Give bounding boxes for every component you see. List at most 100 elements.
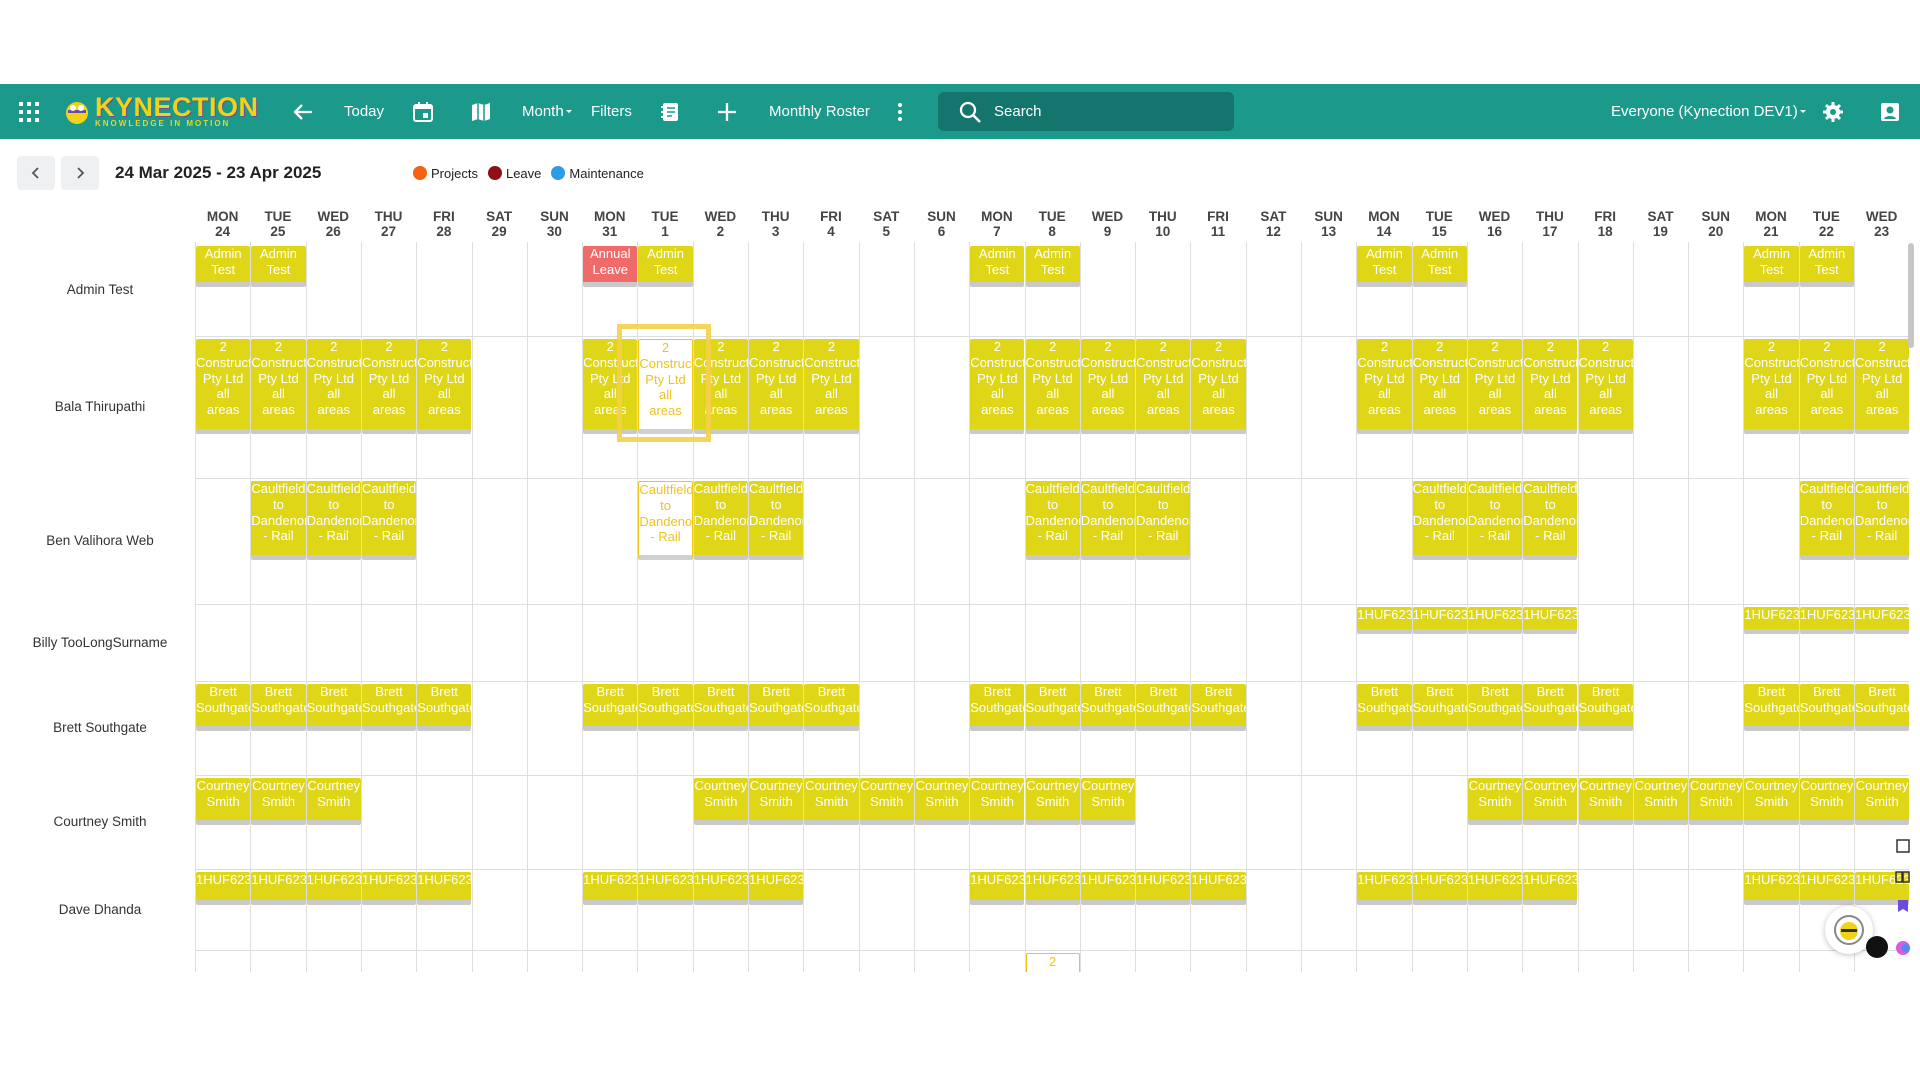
roster-event[interactable]: Brett Southgate (1578, 684, 1633, 731)
notebook-icon[interactable] (659, 84, 681, 139)
roster-event[interactable]: 2ConstructionPty Ltdallareas (1467, 339, 1523, 434)
roster-event[interactable]: Courtney Smith (1744, 778, 1799, 825)
dark-mode-toggle-icon[interactable] (1866, 936, 1888, 958)
roster-event[interactable]: Brett Southgate (251, 684, 306, 731)
roster-event[interactable]: Admin Test (1744, 246, 1799, 287)
screenshot-icon[interactable] (1896, 839, 1910, 853)
roster-event[interactable]: Admin Test (1357, 246, 1412, 287)
roster-event[interactable]: Brett Southgate (1467, 684, 1523, 731)
roster-event[interactable]: Brett Southgate (1799, 684, 1854, 731)
roster-event[interactable]: CaultfieldtoDandenong- Rail (306, 481, 361, 560)
roster-event[interactable]: 2ConstructionPty Ltdallareas (749, 339, 804, 434)
roster-event[interactable]: 2ConstructionPty Ltdallareas (1025, 339, 1080, 434)
roster-event[interactable]: 1HUF623 (1855, 607, 1909, 634)
roster-event[interactable]: Brett Southgate (1080, 684, 1136, 731)
roster-event[interactable]: Admin Test (1025, 246, 1080, 287)
roster-event[interactable]: Brett Southgate (196, 684, 251, 731)
roster-event[interactable]: 2ConstructionPty Ltdallareas (306, 339, 361, 434)
row-person-name[interactable]: Bala Thirupathi (0, 399, 200, 414)
roster-event[interactable]: Courtney Smith (1467, 778, 1523, 825)
roster-event[interactable]: 1HUF623 (417, 872, 472, 905)
roster-event[interactable]: 1HUF623 (1080, 872, 1136, 905)
roster-event[interactable]: CaultfieldtoDandenong- Rail (1467, 481, 1523, 560)
roster-event[interactable]: Brett Southgate (1025, 684, 1080, 731)
roster-event[interactable]: Courtney Smith (1080, 778, 1136, 825)
book-icon[interactable] (1895, 871, 1910, 883)
roster-event[interactable]: 1HUF623 (1523, 872, 1578, 905)
roster-event[interactable]: 1HUF623 (1357, 872, 1412, 905)
roster-event[interactable]: Brett Southgate (1744, 684, 1799, 731)
roster-event[interactable]: CaultfieldtoDandenong- Rail (1799, 481, 1854, 560)
roster-event[interactable]: Admin Test (251, 246, 306, 287)
roster-event[interactable]: Brett Southgate (638, 684, 693, 731)
row-person-name[interactable]: Brett Southgate (0, 720, 200, 735)
roster-event[interactable]: 2ConstructionPty Ltdallareas (1412, 339, 1467, 434)
roster-event[interactable]: CaultfieldtoDandenong- Rail (1080, 481, 1136, 560)
roster-event[interactable]: 1HUF623 (1799, 872, 1854, 905)
roster-event[interactable]: Courtney Smith (1633, 778, 1689, 825)
roster-event[interactable]: 2ConstructionPty Ltdallareas (638, 339, 693, 434)
search-input[interactable] (994, 103, 1214, 120)
roster-event[interactable]: CaultfieldtoDandenong- Rail (251, 481, 306, 560)
roster-event[interactable]: Admin Test (1799, 246, 1854, 287)
roster-event[interactable]: 2ConstructionPty Ltdallareas (361, 339, 417, 434)
user-account-icon[interactable] (1880, 84, 1900, 139)
search-box[interactable] (938, 92, 1234, 131)
more-vertical-icon[interactable] (897, 84, 903, 139)
roster-event[interactable]: Brett Southgate (693, 684, 748, 731)
roster-event[interactable]: CaultfieldtoDandenong- Rail (1136, 481, 1191, 560)
roster-event[interactable]: Brett Southgate (306, 684, 361, 731)
vertical-scrollbar[interactable] (1908, 243, 1914, 348)
roster-event[interactable]: CaultfieldtoDandenong- Rail (1412, 481, 1467, 560)
filters-button[interactable]: Filters (591, 84, 632, 139)
roster-event[interactable]: 2ConstructionPty Ltdallareas (1191, 339, 1246, 434)
map-icon[interactable] (470, 84, 492, 139)
leave-event[interactable]: Annual Leave (583, 246, 638, 287)
roster-event[interactable]: 1HUF623 (970, 872, 1025, 905)
roster-event[interactable]: 1HUF623 (251, 872, 306, 905)
roster-event[interactable]: Courtney Smith (1689, 778, 1744, 825)
roster-event[interactable]: Courtney Smith (749, 778, 804, 825)
roster-event[interactable]: Brett Southgate (1412, 684, 1467, 731)
row-person-name[interactable]: Ben Valihora Web (0, 533, 200, 548)
roster-event[interactable]: 1HUF623 (1412, 607, 1467, 634)
roster-event[interactable]: 2ConstructionPty Ltdallareas (1578, 339, 1633, 434)
roster-event[interactable]: 2ConstructionPty Ltdallareas (1855, 339, 1909, 434)
monthly-roster-button[interactable]: Monthly Roster (769, 84, 870, 139)
roster-event[interactable]: CaultfieldtoDandenong- Rail (1855, 481, 1909, 560)
roster-event[interactable]: Brett Southgate (1523, 684, 1578, 731)
roster-event[interactable]: Courtney Smith (1523, 778, 1578, 825)
roster-event[interactable]: CaultfieldtoDandenong- Rail (361, 481, 417, 560)
row-person-name[interactable]: Courtney Smith (0, 814, 200, 829)
roster-event[interactable]: 2 (1025, 953, 1080, 972)
roster-event[interactable]: 1HUF623 (306, 872, 361, 905)
row-person-name[interactable]: Billy TooLongSurname (0, 635, 200, 650)
roster-event[interactable]: 1HUF623 (196, 872, 251, 905)
add-icon[interactable] (716, 84, 738, 139)
scope-dropdown[interactable]: Everyone (Kynection DEV1) (1611, 84, 1808, 139)
roster-event[interactable]: Admin Test (638, 246, 693, 287)
roster-event[interactable]: 1HUF623 (1744, 872, 1799, 905)
roster-event[interactable]: 1HUF623 (1412, 872, 1467, 905)
roster-event[interactable]: Brett Southgate (804, 684, 859, 731)
roster-event[interactable]: CaultfieldtoDandenong- Rail (1523, 481, 1578, 560)
roster-event[interactable]: Admin Test (196, 246, 251, 287)
previous-range-button[interactable] (17, 156, 55, 190)
roster-event[interactable]: Courtney Smith (804, 778, 859, 825)
roster-event[interactable]: 1HUF623 (1025, 872, 1080, 905)
roster-event[interactable]: 1HUF623 (361, 872, 417, 905)
roster-event[interactable]: Courtney Smith (914, 778, 970, 825)
roster-event[interactable]: 2ConstructionPty Ltdallareas (970, 339, 1025, 434)
roster-event[interactable]: 1HUF623 (1136, 872, 1191, 905)
roster-event[interactable]: CaultfieldtoDandenong- Rail (749, 481, 804, 560)
roster-event[interactable]: Courtney Smith (859, 778, 914, 825)
roster-event[interactable]: Brett Southgate (417, 684, 472, 731)
roster-event[interactable]: Courtney Smith (1025, 778, 1080, 825)
roster-event[interactable]: Courtney Smith (693, 778, 748, 825)
roster-event[interactable]: 2ConstructionPty Ltdallareas (1799, 339, 1854, 434)
roster-event[interactable]: Admin Test (970, 246, 1025, 287)
roster-event[interactable]: Courtney Smith (251, 778, 306, 825)
roster-event[interactable]: 1HUF623 (583, 872, 638, 905)
roster-event[interactable]: Brett Southgate (361, 684, 417, 731)
roster-event[interactable]: 1HUF623 (1744, 607, 1799, 634)
